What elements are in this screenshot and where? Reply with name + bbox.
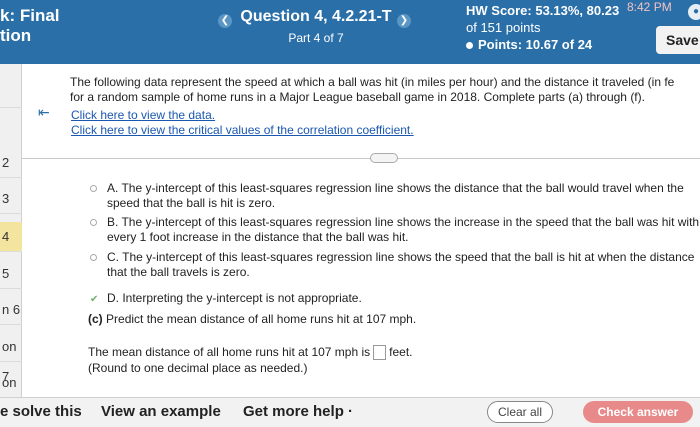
- expand-more-button[interactable]: [370, 153, 398, 163]
- footer-bar: e solve this View an example Get more he…: [0, 397, 700, 427]
- prompt-line2: for a random sample of home runs in a Ma…: [70, 90, 645, 104]
- check-answer-button[interactable]: Check answer: [583, 401, 693, 423]
- question-prompt: The following data represent the speed a…: [70, 75, 700, 105]
- option-b-text: B. The y-intercept of this least-squares…: [107, 215, 700, 244]
- option-d-text: D. Interpreting the y-intercept is not a…: [107, 291, 362, 305]
- answer-unit: feet.: [389, 345, 413, 359]
- settings-icon[interactable]: ●: [688, 4, 700, 20]
- next-question-button[interactable]: ❯: [397, 14, 411, 28]
- section-divider: [22, 158, 700, 159]
- save-button[interactable]: Save: [656, 26, 700, 54]
- option-c-text: C. The y-intercept of this least-squares…: [107, 250, 695, 279]
- score-panel: HW Score: 53.13%, 80.23 of 151 points Po…: [466, 2, 619, 53]
- header-bar: k: Final tion ❮ Question 4, 4.2.21-T Par…: [0, 0, 700, 64]
- option-d-checkmark-icon[interactable]: ✔: [90, 291, 106, 307]
- hw-total-points: of 151 points: [466, 20, 541, 35]
- answer-section: The mean distance of all home runs hit a…: [88, 344, 413, 376]
- sidebar-item-4[interactable]: 4: [0, 222, 22, 252]
- hw-score: HW Score: 53.13%, 80.23: [466, 3, 620, 18]
- answer-input[interactable]: [373, 345, 387, 361]
- help-me-solve-link[interactable]: e solve this: [0, 403, 82, 420]
- question-points: Points: 10.67 of 24: [466, 36, 619, 53]
- view-data-link[interactable]: Click here to view the data.: [71, 108, 215, 122]
- view-example-link[interactable]: View an example: [101, 403, 221, 420]
- sidebar-item-3[interactable]: 3: [0, 184, 22, 214]
- question-title: Question 4, 4.2.21-T: [240, 8, 392, 25]
- sidebar-item-7[interactable]: on 7: [0, 332, 22, 384]
- assignment-title-line1: k: Final: [0, 6, 60, 25]
- option-c-radio[interactable]: [90, 250, 106, 265]
- sidebar-item-8[interactable]: on 8: [0, 368, 22, 420]
- view-critical-values-link[interactable]: Click here to view the critical values o…: [71, 123, 414, 137]
- option-a-radio[interactable]: [90, 181, 106, 196]
- part-c-question: (c) Predict the mean distance of all hom…: [88, 312, 416, 326]
- part-c-text: Predict the mean distance of all home ru…: [106, 312, 417, 326]
- part-c-label: (c): [88, 312, 103, 326]
- question-part: Part 4 of 7: [288, 31, 344, 45]
- option-b-radio[interactable]: [90, 215, 106, 230]
- sidebar-item-2[interactable]: 2: [0, 148, 22, 178]
- clock: 8:42 PM: [627, 0, 672, 14]
- sidebar-item-1[interactable]: [0, 78, 22, 108]
- collapse-arrow-icon[interactable]: ⇤: [38, 104, 50, 121]
- answer-hint: (Round to one decimal place as needed.): [88, 361, 308, 376]
- assignment-title: k: Final tion: [0, 6, 60, 46]
- question-points-label: Points: 10.67 of 24: [478, 37, 593, 52]
- clear-all-button[interactable]: Clear all: [487, 401, 553, 423]
- option-a-text: A. The y-intercept of this least-squares…: [107, 181, 684, 210]
- get-more-help-link[interactable]: Get more help ·: [243, 403, 353, 420]
- points-dot-icon: [466, 42, 473, 50]
- sidebar-item-5[interactable]: 5: [0, 259, 22, 289]
- previous-question-button[interactable]: ❮: [218, 14, 232, 28]
- answer-sentence: The mean distance of all home runs hit a…: [88, 344, 413, 361]
- assignment-title-line2: tion: [0, 26, 32, 45]
- sidebar-item-6[interactable]: n 6: [0, 295, 22, 325]
- prompt-line1: The following data represent the speed a…: [70, 75, 675, 89]
- answer-prefix: The mean distance of all home runs hit a…: [88, 345, 371, 359]
- question-sidebar: 2 3 4 5 n 6 on 7 on 8: [0, 64, 22, 420]
